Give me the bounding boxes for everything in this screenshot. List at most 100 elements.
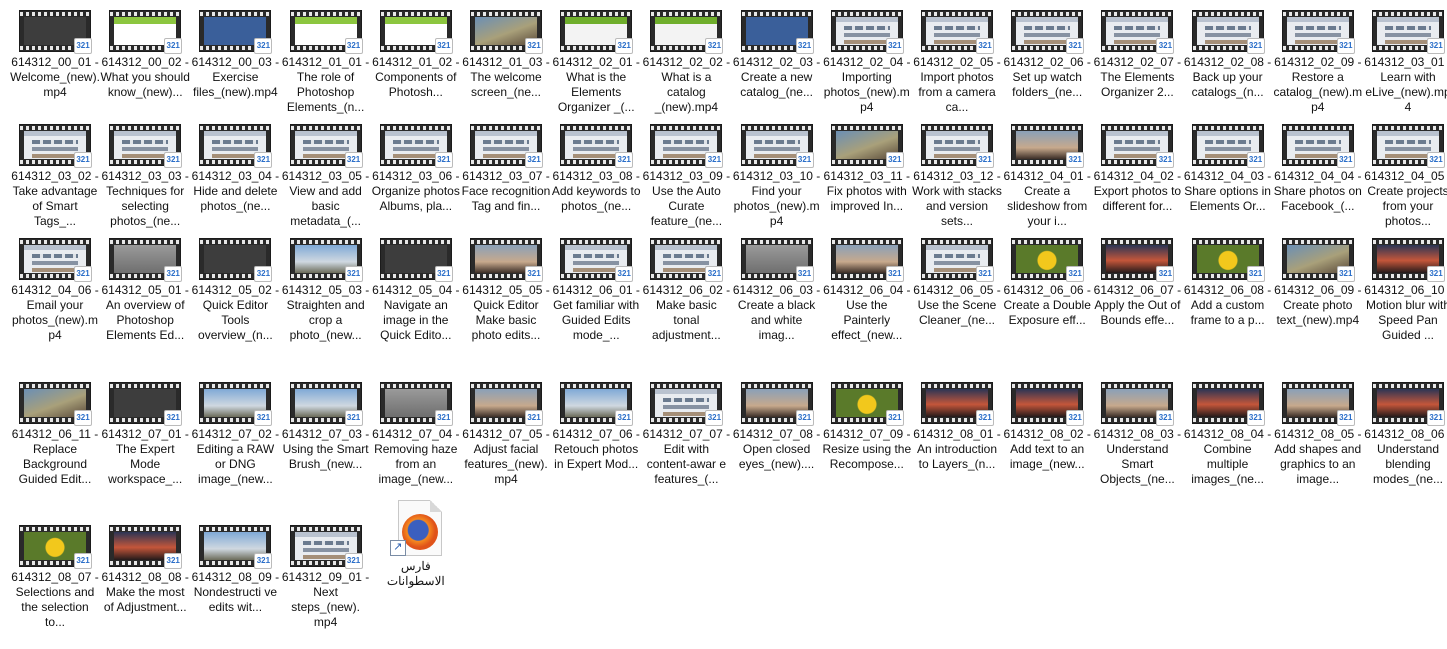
video-file-item[interactable]: 321 614312_03_05 - View and add basic met…: [281, 124, 371, 229]
video-file-item[interactable]: 321 614312_01_03 - The welcome screen_(ne…: [461, 10, 551, 100]
media-player-badge-icon: 321: [164, 152, 183, 168]
media-player-badge-icon: 321: [705, 38, 724, 54]
video-file-item[interactable]: 321 614312_07_01 - The Expert Mode worksp…: [100, 382, 190, 487]
video-file-item[interactable]: 321 614312_06_09 - Create photo text_(new…: [1273, 238, 1363, 328]
video-file-item[interactable]: 321 614312_03_08 - Add keywords to photos…: [551, 124, 641, 214]
media-player-badge-icon: 321: [1246, 152, 1265, 168]
video-file-item[interactable]: 321 614312_05_01 - An overview of Photosh…: [100, 238, 190, 343]
shortcut-label: فارس الاسطوانات: [386, 559, 445, 588]
video-file-item[interactable]: 321 614312_02_02 - What is a catalog _(ne…: [641, 10, 731, 115]
media-player-badge-icon: 321: [1336, 152, 1355, 168]
video-file-item[interactable]: 321 614312_08_06 - Understand blending mo…: [1363, 382, 1447, 487]
video-file-item[interactable]: 321 614312_02_01 - What is the Elements O…: [551, 10, 641, 115]
media-player-badge-icon: 321: [434, 152, 453, 168]
firefox-shortcut-item[interactable]: ↗ فارس الاسطوانات: [371, 500, 461, 589]
video-file-item[interactable]: 321 614312_08_04 - Combine multiple image…: [1183, 382, 1273, 487]
video-thumbnail: 321: [1281, 10, 1355, 54]
media-player-badge-icon: 321: [615, 152, 634, 168]
video-file-item[interactable]: 321 614312_05_04 - Navigate an image in t…: [371, 238, 461, 343]
media-player-badge-icon: 321: [795, 152, 814, 168]
video-file-item[interactable]: 321 614312_02_04 - Importing photos_(new)…: [822, 10, 912, 115]
shortcut-arrow-icon: ↗: [389, 540, 406, 556]
video-file-item[interactable]: 321 614312_02_03 - Create a new catalog_(…: [732, 10, 822, 100]
file-name-label: 614312_06_06 - Create a Double Exposure …: [1003, 283, 1091, 327]
media-player-badge-icon: 321: [164, 266, 183, 282]
video-file-item[interactable]: 321 614312_06_01 - Get familiar with Guid…: [551, 238, 641, 343]
video-file-item[interactable]: 321 614312_07_05 - Adjust facial features…: [461, 382, 551, 487]
video-file-item[interactable]: 321 614312_06_02 - Make basic tonal adjus…: [641, 238, 731, 343]
video-file-item[interactable]: 321 614312_04_02 - Export photos to diffe…: [1092, 124, 1182, 214]
video-file-item[interactable]: 321 614312_04_04 - Share photos on Facebo…: [1273, 124, 1363, 214]
video-thumbnail: 321: [109, 10, 183, 54]
file-name-label: 614312_08_04 - Combine multiple images_(…: [1183, 427, 1272, 486]
video-file-item[interactable]: 321 614312_02_07 - The Elements Organizer…: [1092, 10, 1182, 100]
video-file-item[interactable]: 321 614312_08_03 - Understand Smart Objec…: [1092, 382, 1182, 487]
video-file-item[interactable]: 321 614312_03_07 - Face recognition Tag a…: [461, 124, 551, 214]
video-file-item[interactable]: 321 614312_05_05 - Quick Editor Make basi…: [461, 238, 551, 343]
video-file-item[interactable]: 321 614312_04_05 - Create projects from y…: [1363, 124, 1447, 229]
file-name-label: 614312_07_05 - Adjust facial features_(n…: [462, 427, 550, 486]
video-file-item[interactable]: 321 614312_04_06 - Email your photos_(new…: [10, 238, 100, 343]
media-player-badge-icon: 321: [1246, 410, 1265, 426]
video-file-item[interactable]: 321 614312_02_06 - Set up watch folders_(…: [1002, 10, 1092, 100]
video-file-item[interactable]: 321 614312_01_01 - The role of Photoshop …: [281, 10, 371, 115]
video-file-item[interactable]: 321 614312_08_07 - Selections and the sel…: [10, 525, 100, 630]
video-thumbnail: 321: [560, 238, 634, 282]
video-file-item[interactable]: 321 614312_05_02 - Quick Editor Tools ove…: [190, 238, 280, 343]
video-file-item[interactable]: 321 614312_07_09 - Resize using the Recom…: [822, 382, 912, 472]
video-file-item[interactable]: 321 614312_03_12 - Work with stacks and v…: [912, 124, 1002, 229]
media-player-badge-icon: 321: [705, 266, 724, 282]
video-file-item[interactable]: 321 614312_07_02 - Editing a RAW or DNG i…: [190, 382, 280, 487]
video-file-item[interactable]: 321 614312_08_08 - Make the most of Adjus…: [100, 525, 190, 615]
video-file-item[interactable]: 321 614312_06_11 - Replace Background Gui…: [10, 382, 100, 487]
video-thumbnail: 321: [921, 10, 994, 54]
video-file-item[interactable]: 321 614312_01_02 - Components of Photosh.…: [371, 10, 461, 100]
video-file-item[interactable]: 321 614312_03_03 - Techniques for selecti…: [100, 124, 190, 229]
file-name-label: 614312_08_08 - Make the most of Adjustme…: [101, 570, 189, 614]
video-thumbnail: 321: [289, 238, 363, 282]
video-file-item[interactable]: 321 614312_07_08 - Open closed eyes_(new)…: [732, 382, 822, 472]
video-file-item[interactable]: 321 614312_03_10 - Find your photos_(new)…: [732, 124, 822, 229]
video-file-item[interactable]: 321 614312_03_06 - Organize photos Albums…: [371, 124, 461, 214]
video-file-item[interactable]: 321 614312_03_04 - Hide and delete photos…: [190, 124, 280, 214]
media-player-badge-icon: 321: [344, 38, 363, 54]
video-thumbnail: 321: [1101, 124, 1175, 168]
media-player-badge-icon: 321: [74, 266, 92, 282]
video-file-item[interactable]: 321 614312_05_03 - Straighten and crop a …: [281, 238, 371, 343]
video-file-item[interactable]: 321 614312_09_01 - Next steps_(new). mp4: [281, 525, 371, 630]
video-file-item[interactable]: 321 614312_02_05 - Import photos from a c…: [912, 10, 1002, 115]
video-file-item[interactable]: 321 614312_04_03 - Share options in Eleme…: [1183, 124, 1273, 214]
video-file-item[interactable]: 321 614312_06_07 - Apply the Out of Bound…: [1092, 238, 1182, 328]
video-file-item[interactable]: 321 614312_07_03 - Using the Smart Brush_…: [281, 382, 371, 472]
video-file-item[interactable]: 321 614312_08_05 - Add shapes and graphic…: [1273, 382, 1363, 487]
video-file-item[interactable]: 321 614312_03_09 - Use the Auto Curate fe…: [641, 124, 731, 229]
video-file-item[interactable]: 321 614312_00_01 - Welcome_(new).mp4: [10, 10, 100, 100]
video-file-item[interactable]: 321 614312_08_09 - Nondestructi ve edits …: [190, 525, 280, 615]
media-player-badge-icon: 321: [976, 410, 994, 426]
file-name-label: 614312_07_02 - Editing a RAW or DNG imag…: [191, 427, 280, 486]
video-file-item[interactable]: 321 614312_08_02 - Add text to an image_(…: [1002, 382, 1092, 472]
video-file-item[interactable]: 321 614312_03_02 - Take advantage of Smar…: [10, 124, 100, 229]
media-player-badge-icon: 321: [164, 553, 183, 569]
video-file-item[interactable]: 321 614312_07_07 - Edit with content-awar…: [641, 382, 731, 487]
video-file-item[interactable]: 321 614312_06_06 - Create a Double Exposu…: [1002, 238, 1092, 328]
video-file-item[interactable]: 321 614312_06_04 - Use the Painterly effe…: [822, 238, 912, 343]
video-file-item[interactable]: 321 614312_00_03 - Exercise files_(new).m…: [190, 10, 280, 100]
video-thumbnail: 321: [19, 238, 92, 282]
video-file-item[interactable]: 321 614312_07_06 - Retouch photos in Expe…: [551, 382, 641, 472]
video-file-item[interactable]: 321 614312_03_11 - Fix photos with improv…: [822, 124, 912, 214]
video-file-item[interactable]: 321 614312_00_02 - What you should know_(…: [100, 10, 190, 100]
video-file-item[interactable]: 321 614312_07_04 - Removing haze from an …: [371, 382, 461, 487]
video-file-item[interactable]: 321 614312_06_10 - Motion blur with Speed…: [1363, 238, 1447, 343]
video-file-item[interactable]: 321 614312_03_01 - Learn with eLive_(new)…: [1363, 10, 1447, 115]
video-file-item[interactable]: 321 614312_04_01 - Create a slideshow fro…: [1002, 124, 1092, 229]
video-file-item[interactable]: 321 614312_06_03 - Create a black and whi…: [732, 238, 822, 343]
video-file-item[interactable]: 321 614312_02_08 - Back up your catalogs_…: [1183, 10, 1273, 100]
video-file-item[interactable]: 321 614312_08_01 - An introduction to Lay…: [912, 382, 1002, 472]
video-thumbnail: 321: [830, 10, 904, 54]
media-player-badge-icon: 321: [976, 152, 994, 168]
video-file-item[interactable]: 321 614312_06_08 - Add a custom frame to …: [1183, 238, 1273, 328]
video-file-item[interactable]: 321 614312_02_09 - Restore a catalog_(new…: [1273, 10, 1363, 115]
video-file-item[interactable]: 321 614312_06_05 - Use the Scene Cleaner_…: [912, 238, 1002, 328]
file-name-label: 614312_02_01 - What is the Elements Orga…: [552, 55, 640, 114]
